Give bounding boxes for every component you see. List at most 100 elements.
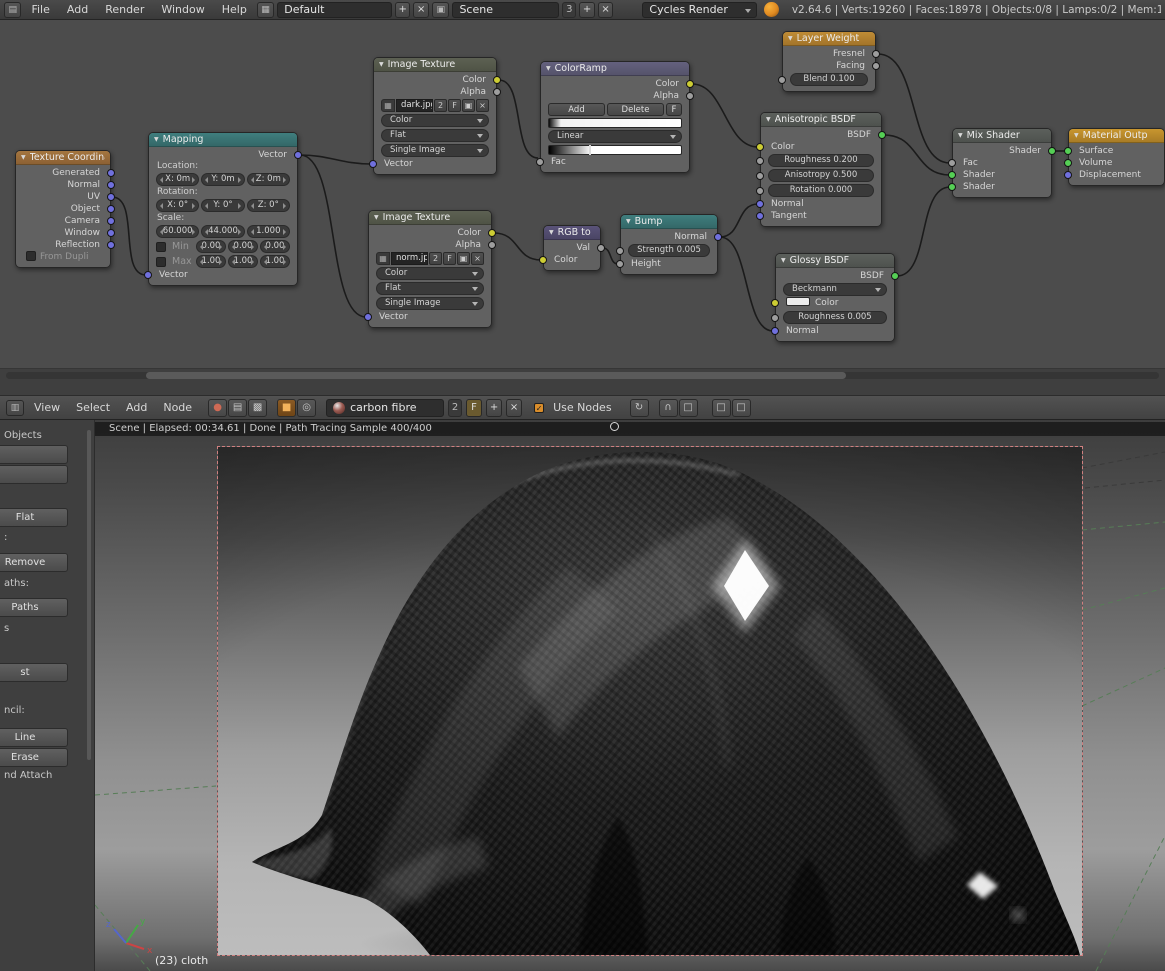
auto-render-icon[interactable]: ↻	[630, 399, 649, 417]
shader-nodes-icon[interactable]: ●	[208, 399, 227, 417]
node-layer-weight[interactable]: ▼Layer Weight Fresnel Facing Blend 0.100	[782, 31, 876, 92]
close-scene-button[interactable]: ×	[598, 2, 614, 18]
rotation-z-field[interactable]: Z: 0°	[247, 199, 290, 212]
node-header[interactable]: ▼Bump	[621, 215, 717, 229]
min-y-field[interactable]: 0.00	[228, 240, 258, 253]
node-rgb-to-bw[interactable]: ▼RGB to Val Color	[543, 225, 601, 271]
socket-fac-input[interactable]	[948, 159, 956, 167]
collapse-icon[interactable]: ▼	[549, 229, 554, 236]
collapse-icon[interactable]: ▼	[766, 116, 771, 123]
add-scene-button[interactable]: +	[579, 2, 595, 18]
tool-button-partial[interactable]	[0, 445, 68, 464]
scene-selector[interactable]: Scene	[452, 2, 559, 18]
min-x-field[interactable]: 0.00	[196, 240, 226, 253]
node-header[interactable]: ▼Image Texture	[369, 211, 491, 225]
rotation-field[interactable]: Rotation 0.000	[768, 184, 874, 197]
fake-user-button[interactable]: F	[466, 399, 482, 417]
max-checkbox[interactable]	[156, 257, 166, 267]
socket-normal-output[interactable]	[714, 233, 722, 241]
collapse-icon[interactable]: ▼	[788, 35, 793, 42]
max-y-field[interactable]: 1.00	[228, 255, 258, 268]
node-glossy-bsdf[interactable]: ▼Glossy BSDF BSDF Beckmann Color Roughne…	[775, 253, 895, 342]
editor-type-icon[interactable]: ▤	[4, 2, 21, 18]
screen-layout-selector[interactable]: Default	[277, 2, 392, 18]
socket-color-output[interactable]	[488, 229, 496, 237]
close-layout-button[interactable]: ×	[413, 2, 429, 18]
world-shader-icon[interactable]: ◎	[297, 399, 316, 417]
image-users-badge[interactable]: 2	[434, 99, 447, 112]
editor-type-icon[interactable]: ▥	[6, 400, 24, 416]
node-colorramp[interactable]: ▼ColorRamp Color Alpha Add Delete F Line…	[540, 61, 690, 173]
collapse-icon[interactable]: ▼	[374, 214, 379, 221]
node-material-output[interactable]: ▼Material Outp Surface Volume Displaceme…	[1068, 128, 1165, 186]
socket-camera-output[interactable]	[107, 217, 115, 225]
socket-color-input[interactable]	[771, 299, 779, 307]
socket-displacement-input[interactable]	[1064, 171, 1072, 179]
image-users-badge[interactable]: 2	[429, 252, 442, 265]
snap-magnet-icon[interactable]: ∩	[659, 399, 678, 417]
tool-shelf-scrollbar[interactable]	[87, 430, 91, 760]
collapse-icon[interactable]: ▼	[21, 154, 26, 161]
roughness-field[interactable]: Roughness 0.005	[783, 311, 887, 324]
use-nodes-toggle[interactable]: ✓ Use Nodes	[534, 401, 612, 414]
socket-val-output[interactable]	[597, 244, 605, 252]
location-z-field[interactable]: Z: 0m	[247, 173, 290, 186]
socket-normal-input[interactable]	[756, 200, 764, 208]
max-x-field[interactable]: 1.00	[196, 255, 226, 268]
rotation-x-field[interactable]: X: 0°	[156, 199, 199, 212]
node-image-texture-dark[interactable]: ▼Image Texture Color Alpha ▦ dark.jpg 2 …	[373, 57, 497, 175]
socket-window-output[interactable]	[107, 229, 115, 237]
socket-bsdf-output[interactable]	[878, 131, 886, 139]
interpolation-dropdown[interactable]: Linear	[548, 130, 682, 143]
socket-shader1-input[interactable]	[948, 171, 956, 179]
source-dropdown[interactable]: Single Image	[381, 144, 489, 157]
menu-add[interactable]: Add	[120, 395, 153, 420]
node-header[interactable]: ▼Layer Weight	[783, 32, 875, 46]
image-name[interactable]: norm.jpg	[391, 252, 428, 265]
ramp-delete-button[interactable]: Delete	[607, 103, 664, 116]
socket-bsdf-output[interactable]	[891, 272, 899, 280]
socket-normal-output[interactable]	[107, 181, 115, 189]
add-layout-button[interactable]: +	[395, 2, 411, 18]
socket-tangent-input[interactable]	[756, 212, 764, 220]
render-engine-dropdown[interactable]: Cycles Render	[642, 2, 757, 18]
node-mix-shader[interactable]: ▼Mix Shader Shader Fac Shader Shader	[952, 128, 1052, 198]
location-x-field[interactable]: X: 0m	[156, 173, 199, 186]
collapse-icon[interactable]: ▼	[781, 257, 786, 264]
shade-flat-button[interactable]: Flat	[0, 508, 68, 527]
collapse-icon[interactable]: ▼	[1074, 132, 1079, 139]
menu-help[interactable]: Help	[215, 0, 254, 20]
socket-generated-output[interactable]	[107, 169, 115, 177]
strength-field[interactable]: Strength 0.005	[628, 244, 710, 257]
node-header[interactable]: ▼Texture Coordinat	[16, 151, 110, 165]
socket-shader-output[interactable]	[1048, 147, 1056, 155]
node-header[interactable]: ▼Glossy BSDF	[776, 254, 894, 268]
socket-blend-input[interactable]	[778, 76, 786, 84]
min-checkbox[interactable]	[156, 242, 166, 252]
node-bump[interactable]: ▼Bump Normal Strength 0.005 Height	[620, 214, 718, 275]
socket-facing-output[interactable]	[872, 62, 880, 70]
socket-color-input[interactable]	[539, 256, 547, 264]
menu-add[interactable]: Add	[60, 0, 95, 20]
socket-vector-input[interactable]	[144, 271, 152, 279]
fake-user-button[interactable]: F	[443, 252, 456, 265]
menu-view[interactable]: View	[28, 395, 66, 420]
node-mapping[interactable]: ▼Mapping Vector Location: X: 0m Y: 0m Z:…	[148, 132, 298, 286]
collapse-icon[interactable]: ▼	[958, 132, 963, 139]
material-users-badge[interactable]: 2	[448, 399, 462, 417]
ramp-add-button[interactable]: Add	[548, 103, 605, 116]
ramp-fake-user-button[interactable]: F	[666, 103, 682, 116]
socket-color-output[interactable]	[493, 76, 501, 84]
color-space-dropdown[interactable]: Color	[376, 267, 484, 280]
source-dropdown[interactable]: Single Image	[376, 297, 484, 310]
socket-volume-input[interactable]	[1064, 159, 1072, 167]
snap-element-dropdown[interactable]: □	[679, 399, 698, 417]
node-texture-coordinate[interactable]: ▼Texture Coordinat Generated Normal UV O…	[15, 150, 111, 268]
viewport-3d[interactable]: Scene | Elapsed: 00:34.61 | Done | Path …	[0, 420, 1165, 971]
scene-icon[interactable]: ▣	[432, 2, 449, 18]
node-header[interactable]: ▼Image Texture	[374, 58, 496, 72]
collapse-icon[interactable]: ▼	[626, 218, 631, 225]
scale-x-field[interactable]: 60.000	[156, 225, 199, 238]
unlink-image-button[interactable]: ×	[476, 99, 489, 112]
new-material-button[interactable]: +	[486, 399, 502, 417]
